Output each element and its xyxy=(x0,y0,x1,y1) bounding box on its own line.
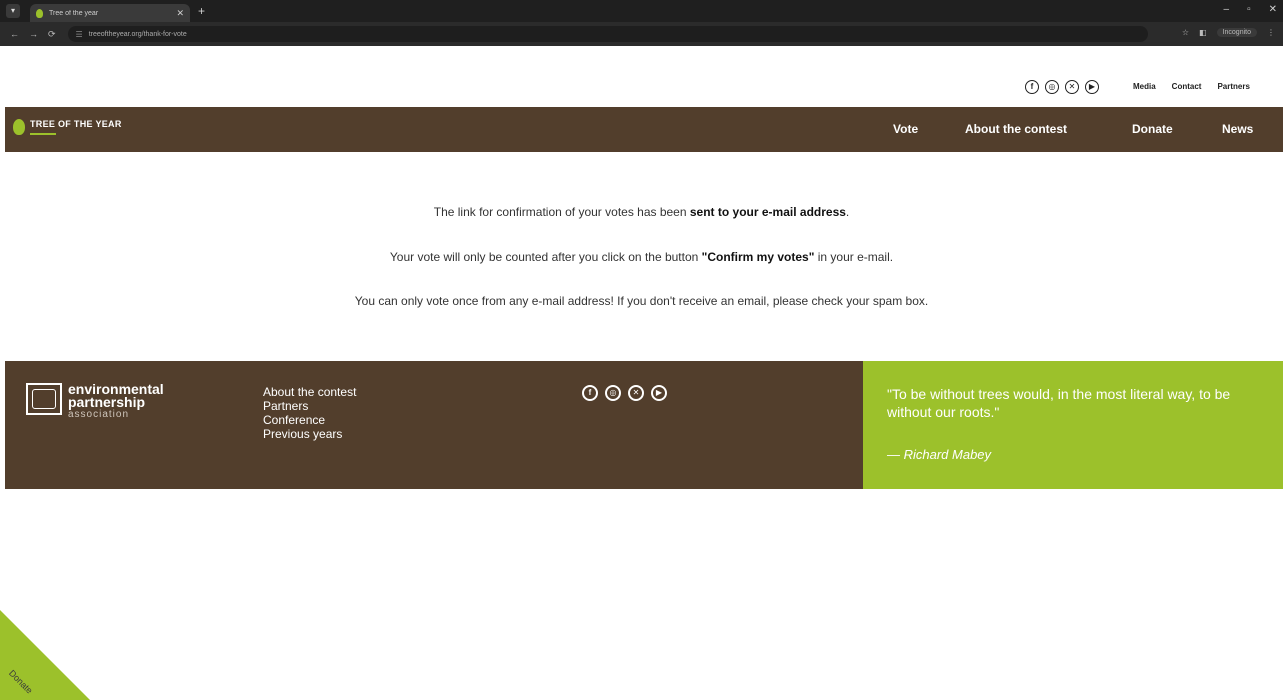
address-bar: ← → ⟳ ☰ treeoftheyear.org/thank-for-vote… xyxy=(0,22,1283,46)
quote-author: — Richard Mabey xyxy=(887,447,992,462)
tab-favicon-icon xyxy=(36,8,43,18)
facebook-icon[interactable]: f xyxy=(582,385,598,401)
reload-icon[interactable]: ⟳ xyxy=(48,29,56,40)
site-info-icon[interactable]: ☰ xyxy=(76,30,83,39)
close-window-icon[interactable]: ✕ xyxy=(1269,4,1277,15)
main-navigation: TREE OF THE YEAR Vote About the contest … xyxy=(5,107,1283,152)
window-controls: – ▫ ✕ xyxy=(1224,4,1278,15)
site-logo[interactable]: TREE OF THE YEAR xyxy=(13,119,122,135)
logo-text: TREE OF THE YEAR xyxy=(30,119,122,129)
youtube-icon[interactable]: ▶ xyxy=(651,385,667,401)
utility-bar: f ◎ ✕ ▶ Media Contact Partners xyxy=(0,71,1283,105)
maximize-icon[interactable]: ▫ xyxy=(1247,4,1251,15)
message-line-1: The link for confirmation of your votes … xyxy=(433,205,850,219)
footer-social-links: f ◎ ✕ ▶ xyxy=(582,385,667,401)
footer-link-previous-years[interactable]: Previous years xyxy=(263,427,356,441)
quote-box: "To be without trees would, in the most … xyxy=(863,361,1283,489)
message-line-2: Your vote will only be counted after you… xyxy=(389,250,894,264)
tab-title: Tree of the year xyxy=(49,9,99,17)
x-icon[interactable]: ✕ xyxy=(1065,80,1079,94)
instagram-icon[interactable]: ◎ xyxy=(1045,80,1059,94)
url-text: treeoftheyear.org/thank-for-vote xyxy=(88,30,187,38)
nav-item-news[interactable]: News xyxy=(1222,122,1253,136)
minimize-icon[interactable]: – xyxy=(1224,4,1230,15)
browser-tab[interactable]: Tree of the year ✕ xyxy=(30,4,190,22)
instagram-icon[interactable]: ◎ xyxy=(605,385,621,401)
epa-name-line2: partnership xyxy=(68,394,146,410)
incognito-badge[interactable]: Incognito xyxy=(1216,28,1257,37)
nav-item-about[interactable]: About the contest xyxy=(965,122,1067,136)
footer-links: About the contest Partners Conference Pr… xyxy=(263,385,356,441)
util-link-media[interactable]: Media xyxy=(1133,82,1156,91)
logo-underline xyxy=(30,133,56,135)
utility-links: Media Contact Partners xyxy=(1133,82,1250,91)
browser-toolbar: ☆ ◧ Incognito ⋮ xyxy=(1182,28,1275,37)
footer-link-about[interactable]: About the contest xyxy=(263,385,356,399)
nav-item-donate[interactable]: Donate xyxy=(1132,122,1173,136)
footer: environmental partnership association Ab… xyxy=(5,361,863,489)
footer-link-conference[interactable]: Conference xyxy=(263,413,356,427)
header-social-links: f ◎ ✕ ▶ xyxy=(1025,80,1099,94)
back-icon[interactable]: ← xyxy=(10,29,19,39)
util-link-partners[interactable]: Partners xyxy=(1217,82,1249,91)
tab-close-icon[interactable]: ✕ xyxy=(176,8,184,19)
epa-mark-icon xyxy=(26,383,62,415)
url-input[interactable]: ☰ treeoftheyear.org/thank-for-vote xyxy=(67,26,1148,42)
browser-menu-icon[interactable]: ⋮ xyxy=(1267,28,1275,37)
tree-leaf-icon xyxy=(13,119,25,135)
side-panel-icon[interactable]: ◧ xyxy=(1199,28,1207,37)
x-icon[interactable]: ✕ xyxy=(628,385,644,401)
footer-link-partners[interactable]: Partners xyxy=(263,399,356,413)
tab-search-icon[interactable]: ▾ xyxy=(6,4,20,18)
message-line-3: You can only vote once from any e-mail a… xyxy=(354,294,929,308)
bookmark-icon[interactable]: ☆ xyxy=(1182,28,1189,37)
util-link-contact[interactable]: Contact xyxy=(1172,82,1202,91)
donate-corner-button[interactable] xyxy=(0,610,90,700)
new-tab-icon[interactable]: + xyxy=(198,4,205,18)
browser-tab-bar: ▾ Tree of the year ✕ + – ▫ ✕ xyxy=(0,0,1283,22)
facebook-icon[interactable]: f xyxy=(1025,80,1039,94)
epa-name-line3: association xyxy=(68,409,130,420)
quote-text: "To be without trees would, in the most … xyxy=(887,386,1231,420)
forward-icon[interactable]: → xyxy=(29,29,38,39)
nav-item-vote[interactable]: Vote xyxy=(893,122,918,136)
epa-logo[interactable]: environmental partnership association xyxy=(26,382,164,421)
youtube-icon[interactable]: ▶ xyxy=(1085,80,1099,94)
